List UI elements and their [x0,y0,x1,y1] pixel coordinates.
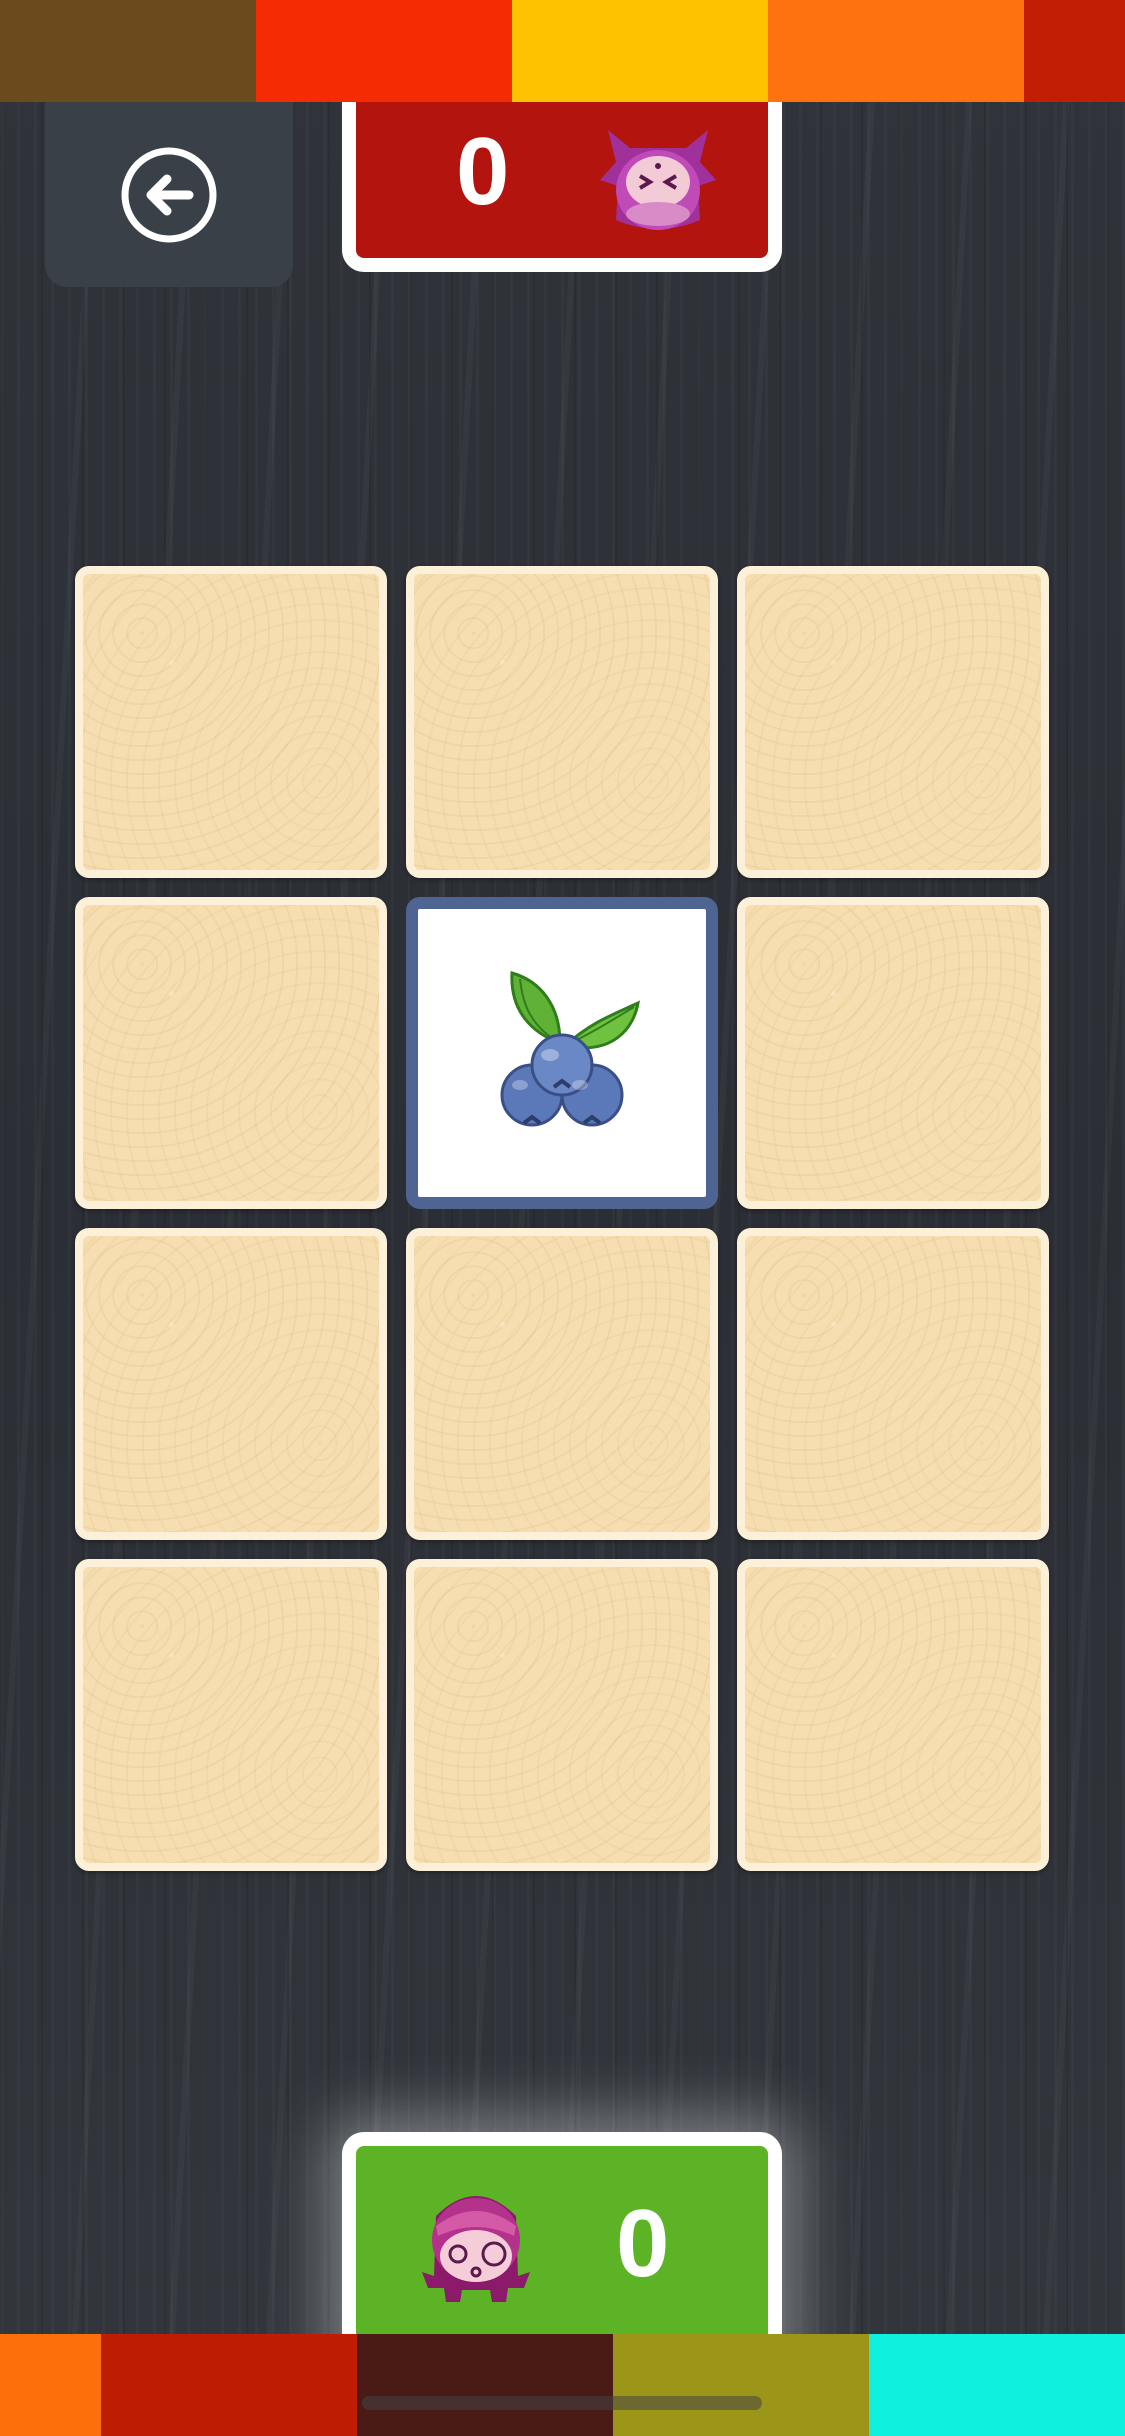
opponent-score: 0 [456,118,510,225]
pink-monster-avatar [422,2196,530,2302]
card-hidden[interactable] [737,897,1049,1209]
card-hidden[interactable] [737,566,1049,878]
opponent-score-panel: 0 [342,102,782,272]
stripe-segment [768,0,1024,102]
card-revealed-blueberries[interactable] [406,897,718,1209]
card-hidden[interactable] [75,897,387,1209]
card-hidden[interactable] [406,1228,718,1540]
back-arrow-icon [121,147,217,242]
stripe-segment [1024,0,1125,102]
card-hidden[interactable] [75,566,387,878]
home-indicator[interactable] [362,2396,762,2410]
top-color-stripes [0,0,1125,102]
card-hidden[interactable] [737,1559,1049,1871]
card-hidden[interactable] [75,1228,387,1540]
stripe-segment [869,2334,1125,2436]
stripe-segment [512,0,768,102]
purple-monster-avatar [600,130,716,230]
card-hidden[interactable] [406,1559,718,1871]
back-button[interactable] [45,102,293,287]
player-score: 0 [616,2190,670,2297]
card-hidden[interactable] [406,566,718,878]
blueberries-icon [500,971,640,1127]
stripe-segment [256,0,512,102]
stripe-segment [613,2334,869,2436]
stripe-segment [0,0,256,102]
card-hidden[interactable] [75,1559,387,1871]
bottom-color-stripes [0,2334,1125,2436]
stripe-segment [0,2334,101,2436]
stripe-segment [357,2334,613,2436]
card-grid [75,566,1050,1871]
card-hidden[interactable] [737,1228,1049,1540]
stripe-segment [101,2334,357,2436]
player-score-panel: 0 [342,2132,782,2362]
